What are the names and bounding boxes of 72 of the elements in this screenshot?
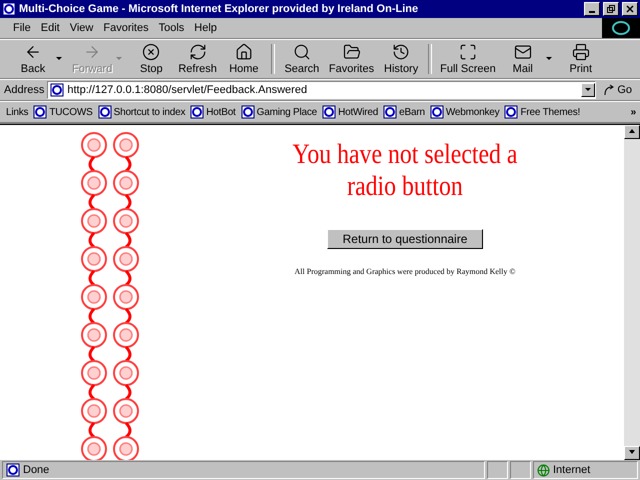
logo-icon [602, 18, 640, 38]
globe-icon [537, 464, 550, 476]
page-icon [190, 105, 204, 119]
dropdown-caret-icon[interactable] [546, 56, 554, 62]
page-icon [383, 105, 398, 119]
toolbar-button[interactable]: Refresh [174, 41, 221, 77]
up-arrow-icon [629, 129, 635, 133]
go-arrow-icon [603, 84, 616, 96]
close-icon [626, 5, 634, 13]
scroll-down-button[interactable] [624, 446, 640, 460]
menu-item[interactable]: View [64, 22, 98, 34]
page-icon [504, 105, 518, 119]
link-item[interactable]: Gaming Place [240, 105, 318, 119]
links-label: Links [6, 106, 28, 118]
zone-text: Internet [553, 464, 590, 476]
page-icon [240, 105, 255, 119]
printer-icon [572, 43, 590, 61]
toolbar-button[interactable]: Search [278, 41, 325, 77]
restore-icon [607, 5, 615, 13]
toolbar-button[interactable]: Stop [128, 41, 174, 77]
address-field[interactable]: http://127.0.0.1:8080/servlet/Feedback.Answered [47, 81, 596, 99]
restore-button[interactable] [603, 2, 619, 16]
link-item[interactable]: eBarn [383, 105, 425, 119]
minimize-button[interactable] [584, 2, 600, 16]
dropdown-caret-icon[interactable] [56, 56, 64, 62]
toolbar-button[interactable]: Home [220, 41, 267, 77]
search-icon [292, 43, 311, 61]
status-pane [510, 461, 531, 479]
link-item[interactable]: HotWired [322, 105, 378, 119]
menu-item[interactable]: Tools [154, 22, 190, 34]
caret-icon [585, 88, 592, 92]
more-links-button[interactable]: » [630, 106, 640, 118]
home-icon [234, 43, 253, 61]
menu-item[interactable]: Help [189, 22, 222, 34]
toolbar-button[interactable]: Mail [500, 41, 546, 77]
page-icon [430, 105, 444, 119]
mail-icon [514, 43, 532, 61]
close-button[interactable] [622, 2, 638, 16]
status-pane [487, 461, 508, 479]
folder-icon [342, 43, 360, 61]
go-button[interactable]: Go [599, 84, 636, 96]
link-item[interactable]: Webmonkey [430, 105, 500, 119]
toolbar-button[interactable]: Favorites [324, 41, 378, 77]
link-item[interactable]: TUCOWS [33, 105, 93, 119]
scroll-up-button[interactable] [624, 125, 640, 139]
dropdown-button[interactable] [581, 83, 596, 97]
error-heading: You have not selected a radio button [292, 139, 518, 203]
address-label: Address [4, 84, 44, 96]
page-icon [33, 105, 48, 119]
link-item[interactable]: Free Themes! [504, 105, 580, 119]
toolbar-button[interactable]: Back [10, 41, 56, 77]
link-item[interactable]: HotBot [190, 105, 236, 119]
window-title: Multi-Choice Game - Microsoft Internet Explorer provided by Ireland On-Line [19, 3, 420, 15]
history-icon [392, 43, 410, 61]
status-text: Done [23, 464, 50, 476]
menu-item[interactable]: Favorites [98, 22, 154, 34]
toolbar-button[interactable]: Full Screen [436, 41, 500, 77]
menu-item[interactable]: Edit [36, 22, 65, 34]
scrollbar[interactable] [624, 125, 640, 460]
toolbar-button[interactable]: History [378, 41, 424, 77]
page-icon [98, 105, 112, 119]
credit-text: All Programming and Graphics were produced by Raymond Kelly © [294, 267, 516, 276]
return-button[interactable]: Return to questionnaire [327, 229, 483, 249]
menu-item[interactable]: File [8, 22, 36, 34]
stop-icon [142, 43, 160, 61]
toolbar-button[interactable]: Print [558, 41, 604, 77]
link-item[interactable]: Shortcut to index [98, 105, 186, 119]
down-arrow-icon [629, 450, 635, 454]
page-icon [322, 105, 336, 119]
page-icon [50, 83, 64, 97]
page-icon [6, 463, 20, 477]
refresh-icon [188, 43, 207, 61]
